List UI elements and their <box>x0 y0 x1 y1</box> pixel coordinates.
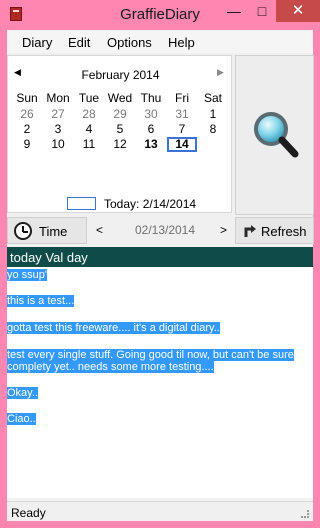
time-button[interactable]: Time <box>7 217 87 244</box>
selected-text: Okay.. <box>7 387 38 399</box>
calendar-day[interactable]: 27 <box>43 107 73 122</box>
entry-line: yo ssup' <box>7 268 48 282</box>
calendar-day[interactable]: 11 <box>74 137 104 152</box>
weekday-header: Mon <box>46 91 70 105</box>
calendar-day[interactable]: 30 <box>136 107 166 122</box>
next-day-button[interactable]: > <box>220 223 227 237</box>
refresh-button-label: Refresh <box>261 224 307 239</box>
selected-text: gotta test this freeware.... it's a digi… <box>7 322 220 334</box>
calendar-day[interactable]: 6 <box>136 122 166 137</box>
menu-help[interactable]: Help <box>168 35 195 50</box>
weekday-header: Fri <box>175 91 189 105</box>
calendar-day[interactable]: 5 <box>105 122 135 137</box>
calendar-day[interactable]: 9 <box>12 137 42 152</box>
search-button[interactable] <box>235 55 314 215</box>
status-bar: Ready <box>7 501 313 521</box>
calendar-month-label[interactable]: February 2014 <box>8 68 233 82</box>
entry-title-bar: today Val day <box>7 247 313 267</box>
calendar-day[interactable]: 1 <box>198 107 228 122</box>
weekday-header: Sun <box>16 91 38 105</box>
month-calendar: ◀ February 2014 ▶ Sun Mon Tue Wed Thu Fri Sat 2… <box>7 55 232 213</box>
minimize-button[interactable]: — <box>220 0 248 22</box>
status-text: Ready <box>11 506 46 520</box>
window-frame-bottom <box>0 521 320 528</box>
calendar-next-month-arrow[interactable]: ▶ <box>217 67 224 78</box>
maximize-button[interactable]: □ <box>248 0 276 22</box>
window-frame-left <box>0 30 7 528</box>
menu-diary[interactable]: Diary <box>22 35 52 50</box>
weekday-header: Sat <box>203 91 222 105</box>
selected-text: complety yet.. needs some more testing..… <box>7 361 214 373</box>
menu-options[interactable]: Options <box>107 35 152 50</box>
calendar-day[interactable]: 26 <box>12 107 42 122</box>
refresh-arrow-icon <box>244 225 256 237</box>
time-button-label: Time <box>39 224 68 239</box>
entry-line: this is a test... <box>7 294 75 308</box>
calendar-day[interactable]: 2 <box>12 122 42 137</box>
entry-line: complety yet.. needs some more testing..… <box>7 360 214 374</box>
previous-day-button[interactable]: < <box>96 223 103 237</box>
entry-title[interactable]: today Val day <box>10 250 88 265</box>
calendar-day[interactable]: 31 <box>167 107 197 122</box>
window-frame-right <box>313 30 320 528</box>
calendar-day[interactable]: 12 <box>105 137 135 152</box>
weekday-header: Thu <box>140 91 162 105</box>
entry-line: Okay.. <box>7 386 38 400</box>
calendar-day[interactable]: 29 <box>105 107 135 122</box>
calendar-day[interactable]: 8 <box>198 122 228 137</box>
title-bar: GraffieDiary — □ ✕ <box>0 0 320 30</box>
refresh-button[interactable]: Refresh <box>235 217 314 244</box>
entry-line: gotta test this freeware.... it's a digi… <box>7 321 220 335</box>
clock-icon <box>14 222 32 240</box>
selected-text: this is a test... <box>7 295 75 307</box>
magnifier-icon <box>254 112 299 158</box>
calendar-day[interactable]: 28 <box>74 107 104 122</box>
calendar-day[interactable]: 3 <box>43 122 73 137</box>
menu-bar: Diary Edit Options Help <box>7 31 313 53</box>
selected-text: Ciao.. <box>7 413 36 425</box>
calendar-day[interactable]: 13 <box>136 137 166 152</box>
calendar-day-selected[interactable]: 14 <box>167 137 197 152</box>
selected-text: yo ssup' <box>7 269 48 281</box>
calendar-day[interactable]: 4 <box>74 122 104 137</box>
calendar-day[interactable]: 7 <box>167 122 197 137</box>
entry-line: Ciao.. <box>7 412 36 426</box>
weekday-header: Wed <box>107 91 133 105</box>
current-entry-date: 02/13/2014 <box>134 223 196 237</box>
today-marker <box>67 197 96 210</box>
menu-edit[interactable]: Edit <box>68 35 90 50</box>
calendar-day[interactable]: 10 <box>43 137 73 152</box>
today-link[interactable]: Today: 2/14/2014 <box>104 197 196 211</box>
resize-grip[interactable] <box>301 510 309 518</box>
entry-text-editor[interactable]: yo ssup' this is a test... gotta test th… <box>7 267 313 498</box>
close-button[interactable]: ✕ <box>276 0 320 22</box>
weekday-header: Tue <box>78 91 100 105</box>
